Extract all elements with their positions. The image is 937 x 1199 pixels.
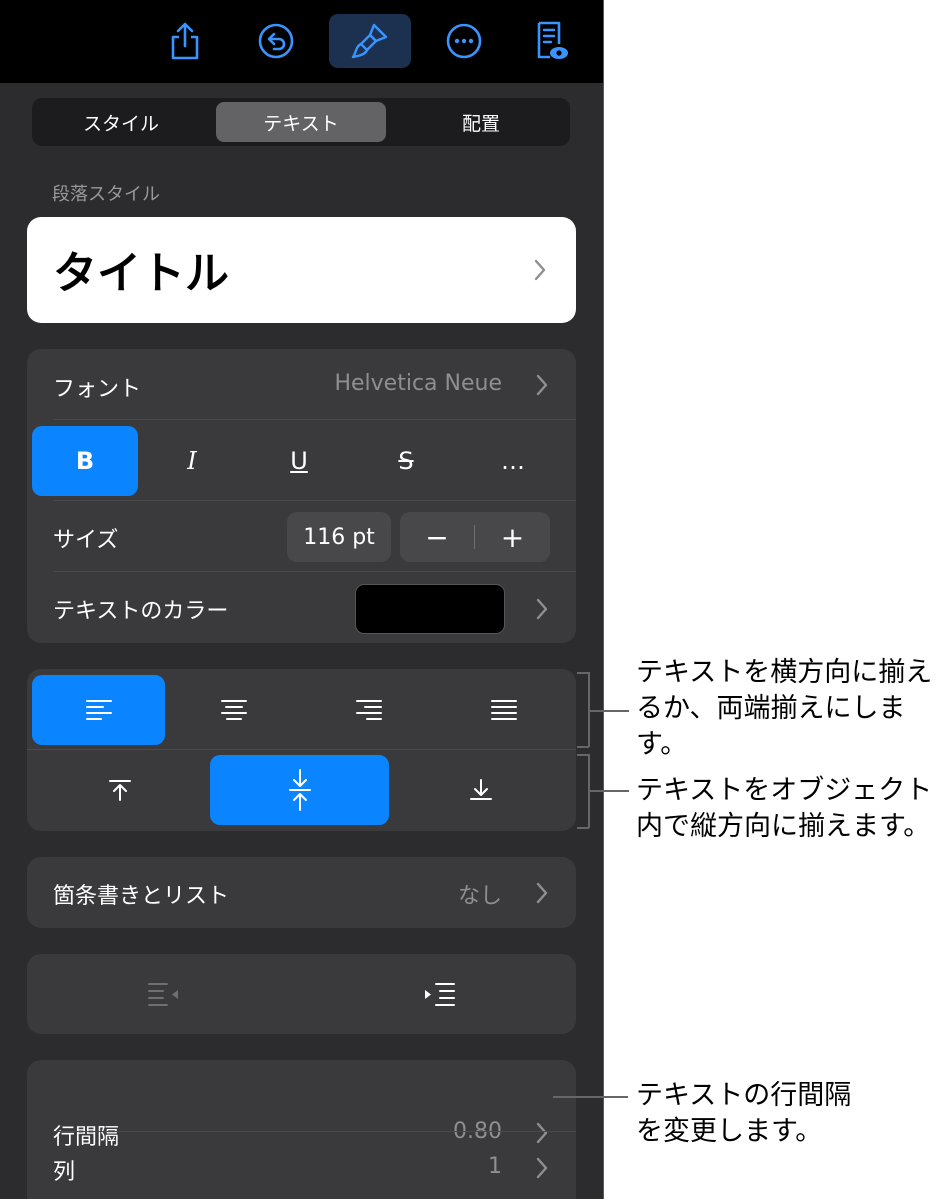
columns-label: 列 xyxy=(53,1160,76,1185)
size-label: サイズ xyxy=(53,528,119,553)
tab-arrange[interactable]: 配置 xyxy=(396,102,566,142)
undo-button[interactable] xyxy=(235,14,317,68)
increase-indent-button[interactable] xyxy=(301,954,576,1034)
chevron-right-icon[interactable] xyxy=(535,1121,549,1145)
chevron-right-icon xyxy=(536,882,548,904)
share-button[interactable] xyxy=(144,14,226,68)
align-center-icon xyxy=(220,700,247,720)
font-size-field[interactable]: 116 pt xyxy=(287,512,391,562)
bracket xyxy=(577,827,589,829)
text-color-label: テキストのカラー xyxy=(53,599,229,624)
align-center-button[interactable] xyxy=(167,675,300,745)
strikethrough-button[interactable]: S xyxy=(353,426,459,496)
share-icon xyxy=(171,22,199,60)
underline-button[interactable]: U xyxy=(246,426,352,496)
bullets-label: 箇条書きとリスト xyxy=(53,884,230,909)
font-value[interactable]: Helvetica Neue xyxy=(334,371,502,396)
more-button[interactable] xyxy=(423,14,505,68)
spacing-group: 行間隔 0.80 列 1 xyxy=(27,1060,576,1199)
align-bottom-icon xyxy=(470,779,492,800)
bold-button[interactable]: B xyxy=(32,426,138,496)
text-style-buttons: B I U S … xyxy=(27,426,576,496)
decrease-indent-icon xyxy=(148,983,178,1006)
bracket xyxy=(577,746,589,748)
divider xyxy=(53,571,576,572)
align-right-button[interactable] xyxy=(302,675,435,745)
callout-line xyxy=(589,790,629,792)
divider xyxy=(53,1131,576,1132)
line-spacing-label: 行間隔 xyxy=(53,1125,120,1150)
format-button[interactable] xyxy=(329,14,411,68)
vertical-align-callout: テキストをオブジェクト 内で縦方向に揃えます。 xyxy=(636,775,933,842)
callout-line xyxy=(553,1096,628,1098)
font-label: フォント xyxy=(53,377,142,402)
reader-view-button[interactable] xyxy=(510,14,592,68)
chevron-right-icon[interactable] xyxy=(535,597,549,621)
bullets-value: なし xyxy=(457,884,502,909)
align-justify-icon xyxy=(490,700,517,720)
chevron-right-icon[interactable] xyxy=(535,1156,549,1180)
align-justify-button[interactable] xyxy=(437,675,570,745)
divider xyxy=(53,419,576,420)
more-text-options-button[interactable]: … xyxy=(460,426,566,496)
horizontal-align-callout: テキストを横方向に揃え るか、両端揃えにします。 xyxy=(636,657,933,760)
undo-icon xyxy=(258,23,294,59)
align-middle-button[interactable] xyxy=(210,755,389,825)
font-group: フォント Helvetica Neue B I U S … サイズ 116 pt… xyxy=(27,349,576,643)
align-left-button[interactable] xyxy=(32,675,165,745)
line-spacing-callout: テキストの行間隔 を変更します。 xyxy=(636,1080,852,1147)
bullets-lists-row[interactable]: 箇条書きとリスト なし xyxy=(27,857,576,928)
decrease-size-button[interactable]: − xyxy=(400,512,474,562)
increase-size-button[interactable]: + xyxy=(475,512,550,562)
font-size-stepper: − + xyxy=(400,512,550,562)
indent-group xyxy=(27,954,576,1034)
format-panel: スタイル テキスト 配置 段落スタイル タイトル フォント Helvetica … xyxy=(0,0,604,1199)
divider xyxy=(27,749,576,750)
paintbrush-icon xyxy=(351,23,388,59)
align-left-icon xyxy=(85,700,112,720)
alignment-group xyxy=(27,669,576,831)
chevron-right-icon[interactable] xyxy=(535,373,549,397)
top-toolbar xyxy=(0,0,603,83)
more-icon xyxy=(446,23,482,59)
align-top-button[interactable] xyxy=(32,755,208,825)
tab-text[interactable]: テキスト xyxy=(216,102,386,142)
align-bottom-button[interactable] xyxy=(391,755,571,825)
tab-segment: スタイル テキスト 配置 xyxy=(32,98,570,146)
callout-line xyxy=(589,710,629,712)
text-color-swatch[interactable] xyxy=(355,584,505,634)
align-right-icon xyxy=(355,700,382,720)
increase-indent-icon xyxy=(424,983,455,1006)
align-middle-icon xyxy=(288,769,311,811)
paragraph-style-value: タイトル xyxy=(53,248,229,299)
columns-value[interactable]: 1 xyxy=(488,1154,502,1179)
chevron-right-icon xyxy=(534,259,546,281)
decrease-indent-button[interactable] xyxy=(27,954,301,1034)
reader-view-icon xyxy=(537,21,568,59)
tab-style[interactable]: スタイル xyxy=(36,102,206,142)
divider xyxy=(53,500,576,501)
paragraph-style-button[interactable]: タイトル xyxy=(27,217,576,323)
paragraph-style-label: 段落スタイル xyxy=(52,184,160,205)
align-top-icon xyxy=(109,780,131,801)
italic-button[interactable]: I xyxy=(139,426,245,496)
